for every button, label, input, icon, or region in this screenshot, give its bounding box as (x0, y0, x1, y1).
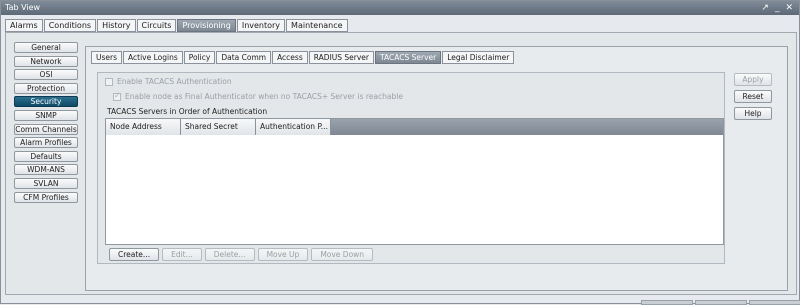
sidebar-item-svlan[interactable]: SVLAN (14, 177, 78, 189)
tacacs-servers-table[interactable]: Node Address Shared Secret Authenticatio… (105, 118, 724, 245)
reset-button[interactable]: Reset (734, 90, 772, 103)
tab-active-logins[interactable]: Active Logins (123, 51, 183, 64)
tab-alarms[interactable]: Alarms (5, 19, 43, 32)
tab-radius-server[interactable]: RADIUS Server (308, 51, 375, 64)
create-button[interactable]: Create... (109, 247, 160, 261)
sidebar-item-cfm-profiles[interactable]: CFM Profiles (14, 191, 78, 203)
tab-data-comm[interactable]: Data Comm (216, 51, 272, 64)
sidebar-item-general[interactable]: General (14, 42, 78, 53)
tab-maintenance[interactable]: Maintenance (286, 19, 348, 32)
column-authentication-port[interactable]: Authentication P... (256, 119, 331, 135)
status-strip (641, 300, 800, 305)
tab-policy[interactable]: Policy (183, 51, 216, 64)
sidebar-item-security[interactable]: Security (14, 96, 78, 108)
sidebar-item-network[interactable]: Network (14, 55, 78, 67)
enable-tacacs-label: Enable TACACS Authentication (117, 77, 232, 86)
window-controls: ↗ _ ✕ (761, 1, 793, 15)
tab-tacacs-server[interactable]: TACACS Server (375, 51, 442, 64)
window-title: Tab View (5, 3, 41, 12)
minimize-icon[interactable]: _ (775, 1, 780, 15)
top-tab-bar: Alarms Conditions History Circuits Provi… (5, 19, 348, 32)
tab-inventory[interactable]: Inventory (236, 19, 286, 32)
sidebar-item-comm-channels[interactable]: Comm Channels (14, 123, 78, 135)
apply-button[interactable]: Apply (734, 73, 772, 86)
sidebar-item-osi[interactable]: OSI (14, 69, 78, 81)
final-authenticator-label: Enable node as Final Authenticator when … (125, 92, 403, 101)
final-authenticator-checkbox[interactable] (113, 91, 121, 101)
close-icon[interactable]: ✕ (785, 1, 793, 15)
tab-conditions[interactable]: Conditions (43, 19, 97, 32)
table-header-filler (331, 119, 723, 135)
status-segment (641, 300, 693, 305)
move-down-button[interactable]: Move Down (311, 247, 374, 261)
tab-history[interactable]: History (97, 19, 136, 32)
enable-tacacs-row: Enable TACACS Authentication (105, 77, 232, 86)
help-button[interactable]: Help (734, 107, 772, 120)
sidebar-item-snmp[interactable]: SNMP (14, 109, 78, 121)
undock-icon[interactable]: ↗ (761, 1, 769, 15)
provisioning-sidebar: General Network OSI Protection Security … (14, 42, 84, 205)
delete-button[interactable]: Delete... (204, 247, 255, 261)
right-button-group: Apply Reset Help (734, 73, 773, 124)
move-up-button[interactable]: Move Up (257, 247, 309, 261)
table-header: Node Address Shared Secret Authenticatio… (106, 119, 723, 135)
sidebar-item-protection[interactable]: Protection (14, 82, 78, 94)
tab-provisioning[interactable]: Provisioning (177, 19, 236, 32)
enable-tacacs-checkbox[interactable] (105, 77, 113, 86)
column-node-address[interactable]: Node Address (106, 119, 181, 135)
sidebar-item-wdm-ans[interactable]: WDM-ANS (14, 164, 78, 176)
table-action-bar: Create... Edit... Delete... Move Up Move… (105, 245, 724, 263)
sidebar-item-alarm-profiles[interactable]: Alarm Profiles (14, 137, 78, 149)
edit-button[interactable]: Edit... (162, 247, 202, 261)
status-segment (695, 300, 747, 305)
sidebar-item-defaults[interactable]: Defaults (14, 150, 78, 162)
column-shared-secret[interactable]: Shared Secret (181, 119, 256, 135)
tab-view-window: Tab View ↗ _ ✕ Alarms Conditions History… (0, 0, 800, 305)
window-titlebar: Tab View ↗ _ ✕ (1, 1, 799, 15)
tab-access[interactable]: Access (272, 51, 308, 64)
tab-circuits[interactable]: Circuits (136, 19, 177, 32)
tab-users[interactable]: Users (91, 51, 123, 64)
final-authenticator-row: Enable node as Final Authenticator when … (113, 91, 403, 101)
tacacs-servers-heading: TACACS Servers in Order of Authenticatio… (107, 107, 268, 116)
security-sub-tab-bar: Users Active Logins Policy Data Comm Acc… (91, 51, 515, 64)
tab-legal-disclaimer[interactable]: Legal Disclaimer (442, 51, 515, 64)
status-segment (749, 300, 800, 305)
